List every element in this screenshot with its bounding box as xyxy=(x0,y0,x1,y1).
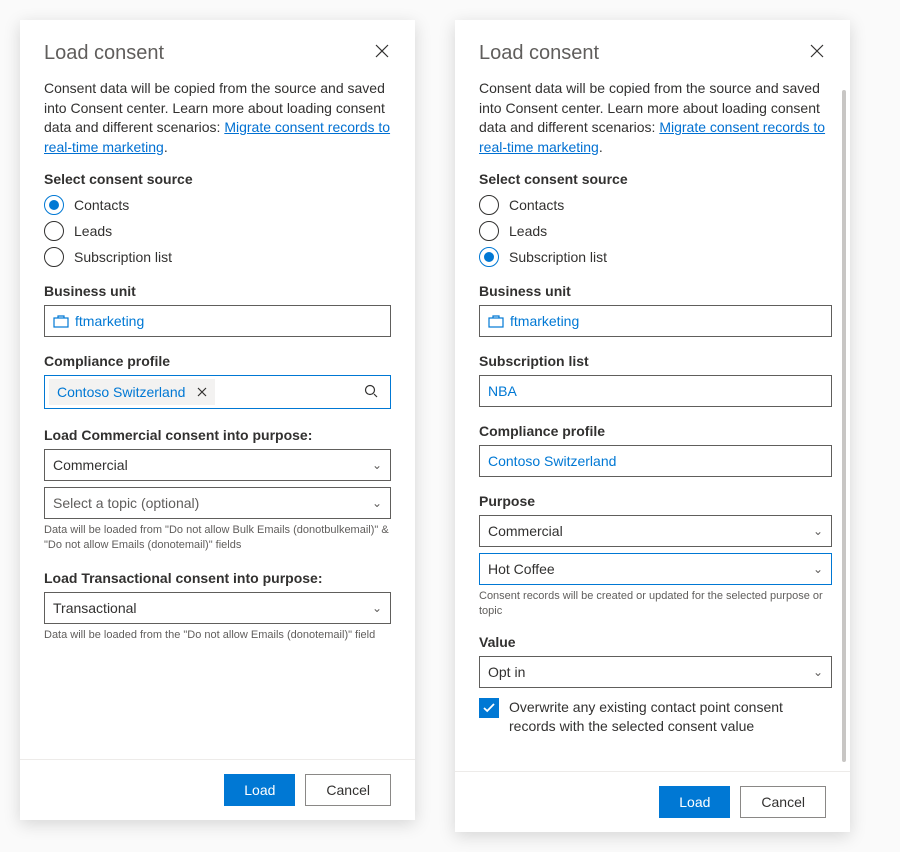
overwrite-label: Overwrite any existing contact point con… xyxy=(509,698,832,736)
intro-text: Consent data will be copied from the sou… xyxy=(479,79,832,157)
panel-footer: Load Cancel xyxy=(20,759,415,820)
panel-body: Consent data will be copied from the sou… xyxy=(455,73,850,771)
briefcase-icon xyxy=(53,314,69,328)
compliance-profile-label: Compliance profile xyxy=(479,423,832,439)
value-label: Value xyxy=(479,634,832,650)
transactional-purpose-label: Load Transactional consent into purpose: xyxy=(44,570,391,586)
purpose-hint: Consent records will be created or updat… xyxy=(479,589,832,618)
select-value: Hot Coffee xyxy=(488,561,813,577)
commercial-purpose-select[interactable]: Commercial ⌄ xyxy=(44,449,391,481)
chevron-down-icon: ⌄ xyxy=(372,458,382,472)
radio-icon xyxy=(479,221,499,241)
load-button[interactable]: Load xyxy=(659,786,730,818)
close-icon[interactable] xyxy=(808,42,826,60)
business-unit-field[interactable]: ftmarketing xyxy=(479,305,832,337)
panel-title: Load consent xyxy=(479,42,599,65)
select-placeholder: Select a topic (optional) xyxy=(53,495,372,511)
scrollbar[interactable] xyxy=(842,90,846,762)
radio-label: Leads xyxy=(509,223,547,239)
radio-icon xyxy=(44,221,64,241)
radio-contacts[interactable]: Contacts xyxy=(44,195,391,215)
compliance-profile-tag[interactable]: Contoso Switzerland xyxy=(49,379,215,405)
radio-label: Contacts xyxy=(509,197,564,213)
close-icon[interactable] xyxy=(373,42,391,60)
tag-text: Contoso Switzerland xyxy=(57,384,185,400)
select-value: Commercial xyxy=(53,457,372,473)
remove-tag-icon[interactable] xyxy=(193,385,211,400)
cancel-button[interactable]: Cancel xyxy=(740,786,826,818)
subscription-list-field[interactable]: NBA xyxy=(479,375,832,407)
panel-body: Consent data will be copied from the sou… xyxy=(20,73,415,759)
compliance-profile-field[interactable]: Contoso Switzerland xyxy=(44,375,391,409)
briefcase-icon xyxy=(488,314,504,328)
radio-subscription-list[interactable]: Subscription list xyxy=(479,247,832,267)
radio-icon xyxy=(479,195,499,215)
business-unit-field[interactable]: ftmarketing xyxy=(44,305,391,337)
commercial-purpose-label: Load Commercial consent into purpose: xyxy=(44,427,391,443)
radio-icon xyxy=(44,195,64,215)
load-button[interactable]: Load xyxy=(224,774,295,806)
commercial-hint: Data will be loaded from "Do not allow B… xyxy=(44,523,391,552)
checkbox-checked-icon[interactable] xyxy=(479,698,499,718)
chevron-down-icon: ⌄ xyxy=(813,524,823,538)
subscription-list-label: Subscription list xyxy=(479,353,832,369)
business-unit-value: ftmarketing xyxy=(75,313,382,329)
select-value: Commercial xyxy=(488,523,813,539)
select-value: Opt in xyxy=(488,664,813,680)
search-icon[interactable] xyxy=(356,384,386,401)
compliance-profile-field[interactable]: Contoso Switzerland xyxy=(479,445,832,477)
radio-label: Leads xyxy=(74,223,112,239)
business-unit-value: ftmarketing xyxy=(510,313,823,329)
purpose-select[interactable]: Commercial ⌄ xyxy=(479,515,832,547)
radio-subscription-list[interactable]: Subscription list xyxy=(44,247,391,267)
chevron-down-icon: ⌄ xyxy=(813,562,823,576)
load-consent-panel-contacts: Load consent Consent data will be copied… xyxy=(20,20,415,820)
radio-label: Contacts xyxy=(74,197,129,213)
radio-label: Subscription list xyxy=(74,249,172,265)
intro-text: Consent data will be copied from the sou… xyxy=(44,79,391,157)
chevron-down-icon: ⌄ xyxy=(372,601,382,615)
overwrite-checkbox-row[interactable]: Overwrite any existing contact point con… xyxy=(479,698,832,736)
business-unit-label: Business unit xyxy=(44,283,391,299)
radio-label: Subscription list xyxy=(509,249,607,265)
radio-leads[interactable]: Leads xyxy=(479,221,832,241)
load-consent-panel-subscription: Load consent Consent data will be copied… xyxy=(455,20,850,832)
cancel-button[interactable]: Cancel xyxy=(305,774,391,806)
value-select[interactable]: Opt in ⌄ xyxy=(479,656,832,688)
source-label: Select consent source xyxy=(479,171,832,187)
radio-icon xyxy=(479,247,499,267)
subscription-list-value: NBA xyxy=(488,383,823,399)
topic-select[interactable]: Hot Coffee ⌄ xyxy=(479,553,832,585)
compliance-profile-label: Compliance profile xyxy=(44,353,391,369)
purpose-label: Purpose xyxy=(479,493,832,509)
business-unit-label: Business unit xyxy=(479,283,832,299)
compliance-profile-value: Contoso Switzerland xyxy=(488,453,823,469)
panel-footer: Load Cancel xyxy=(455,771,850,832)
source-label: Select consent source xyxy=(44,171,391,187)
commercial-topic-select[interactable]: Select a topic (optional) ⌄ xyxy=(44,487,391,519)
transactional-hint: Data will be loaded from the "Do not all… xyxy=(44,628,391,642)
panel-title: Load consent xyxy=(44,42,164,65)
select-value: Transactional xyxy=(53,600,372,616)
chevron-down-icon: ⌄ xyxy=(372,496,382,510)
radio-contacts[interactable]: Contacts xyxy=(479,195,832,215)
transactional-purpose-select[interactable]: Transactional ⌄ xyxy=(44,592,391,624)
radio-leads[interactable]: Leads xyxy=(44,221,391,241)
panel-header: Load consent xyxy=(455,20,850,73)
chevron-down-icon: ⌄ xyxy=(813,665,823,679)
panel-header: Load consent xyxy=(20,20,415,73)
radio-icon xyxy=(44,247,64,267)
